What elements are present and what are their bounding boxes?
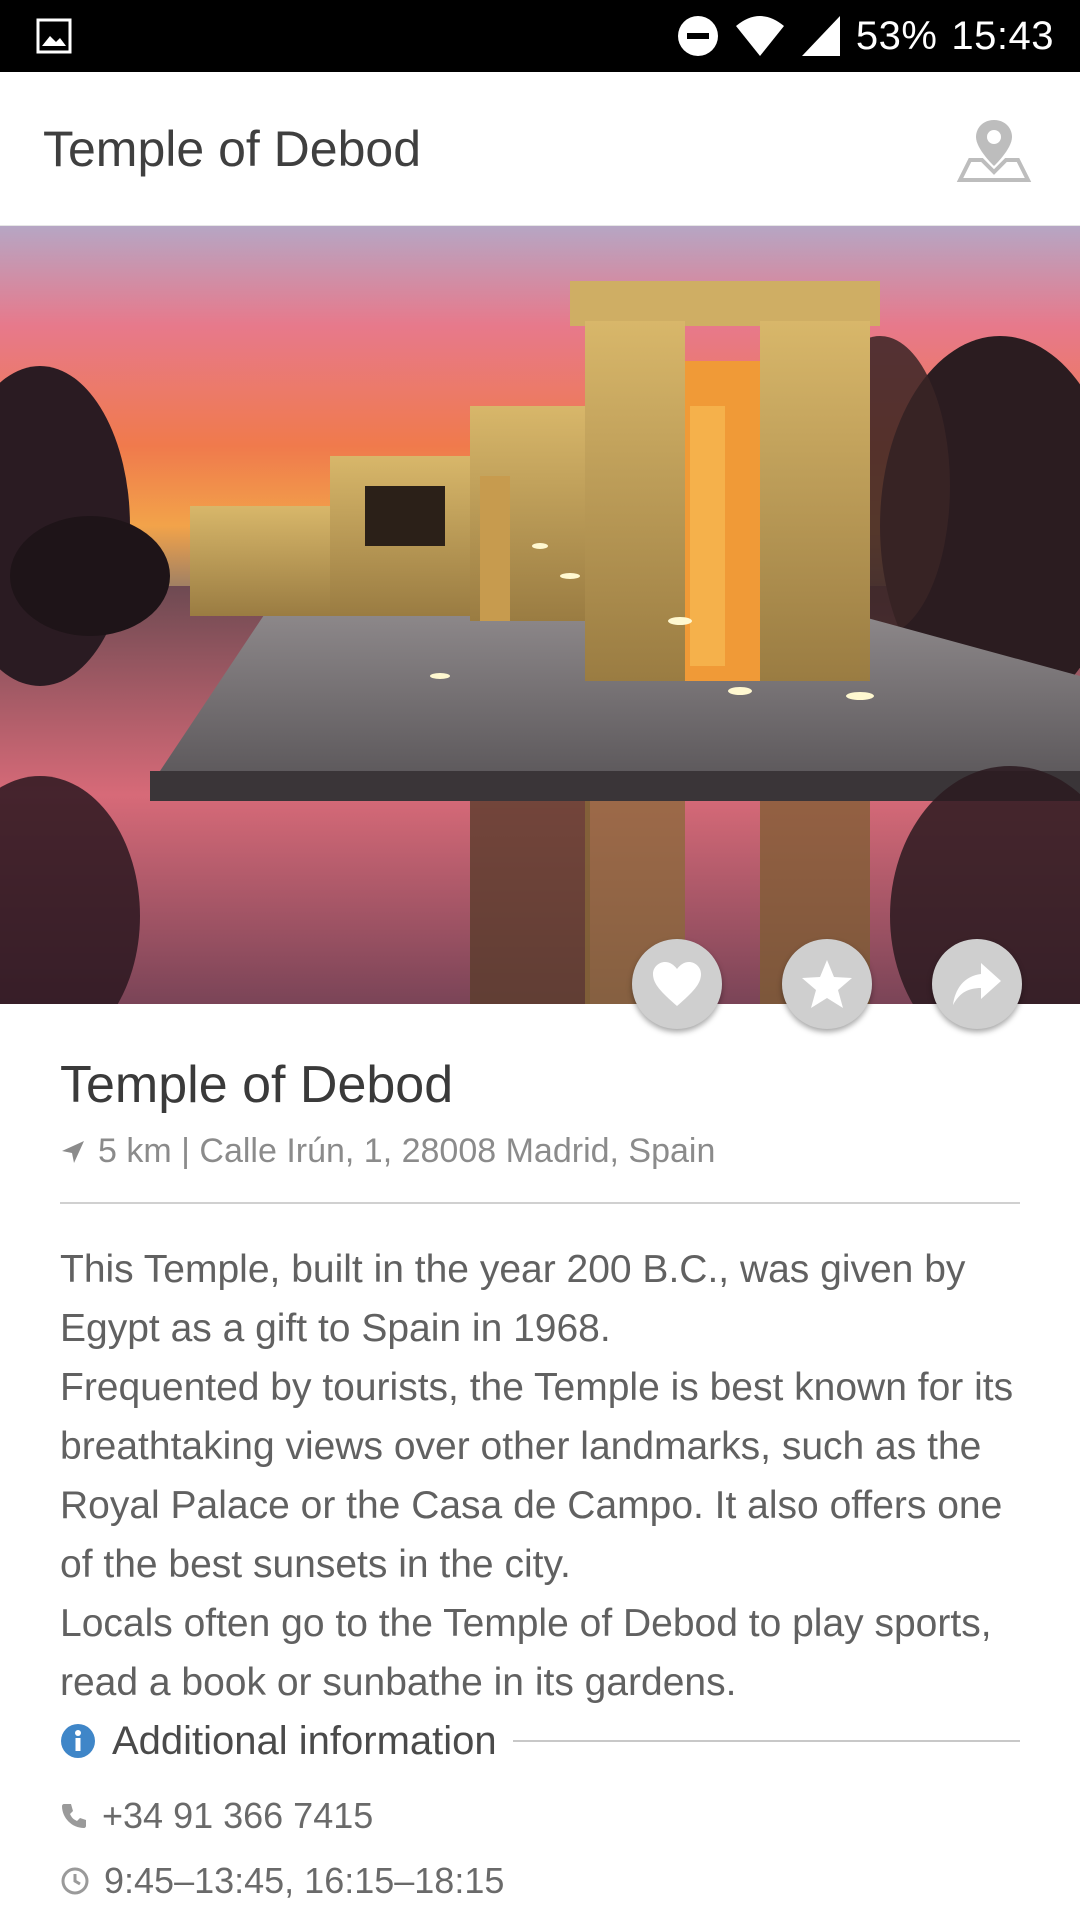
- description-paragraph: Frequented by tourists, the Temple is be…: [60, 1366, 1014, 1586]
- phone-row[interactable]: +34 91 366 7415: [60, 1795, 373, 1837]
- like-button[interactable]: [632, 939, 722, 1029]
- place-title: Temple of Debod: [60, 1056, 454, 1114]
- description-paragraph: This Temple, built in the year 200 B.C.,…: [60, 1248, 966, 1350]
- divider: [60, 1202, 1020, 1204]
- place-description: This Temple, built in the year 200 B.C.,…: [60, 1240, 1040, 1712]
- app-bar: Temple of Debod: [0, 72, 1080, 226]
- map-pin-icon: [956, 120, 1032, 182]
- clock: 15:43: [951, 13, 1054, 58]
- battery-percent: 53%: [855, 13, 938, 58]
- hero-photo: [0, 226, 1080, 1004]
- cell-signal-icon: [801, 16, 840, 56]
- phone-icon: [62, 1804, 86, 1828]
- favorite-button[interactable]: [782, 939, 872, 1029]
- place-location-row: 5 km | Calle Irún, 1, 28008 Madrid, Spai…: [60, 1132, 715, 1171]
- place-distance-address: 5 km | Calle Irún, 1, 28008 Madrid, Spai…: [98, 1132, 716, 1170]
- do-not-disturb-icon: [677, 16, 718, 56]
- additional-info-header: Additional information: [60, 1715, 1020, 1767]
- heart-icon: [653, 962, 701, 1006]
- gallery-icon: [36, 18, 72, 54]
- navigation-arrow-icon: [62, 1140, 84, 1163]
- wifi-icon: [735, 16, 784, 56]
- phone-number[interactable]: +34 91 366 7415: [102, 1795, 373, 1837]
- info-icon: [61, 1724, 95, 1758]
- additional-info-rule: [512, 1740, 1020, 1742]
- app-bar-title: Temple of Debod: [43, 121, 422, 177]
- additional-info-label: Additional information: [112, 1718, 497, 1763]
- share-arrow-icon: [953, 963, 1001, 1005]
- opening-hours: 9:45–13:45, 16:15–18:15: [104, 1860, 505, 1901]
- clock-icon: [61, 1867, 89, 1895]
- hours-row: 9:45–13:45, 16:15–18:15: [60, 1860, 504, 1902]
- status-bar: 53% 15:43: [0, 0, 1080, 72]
- map-button[interactable]: [956, 114, 1032, 186]
- description-paragraph: Locals often go to the Temple of Debod t…: [60, 1602, 992, 1704]
- star-icon: [802, 960, 852, 1008]
- share-button[interactable]: [932, 939, 1022, 1029]
